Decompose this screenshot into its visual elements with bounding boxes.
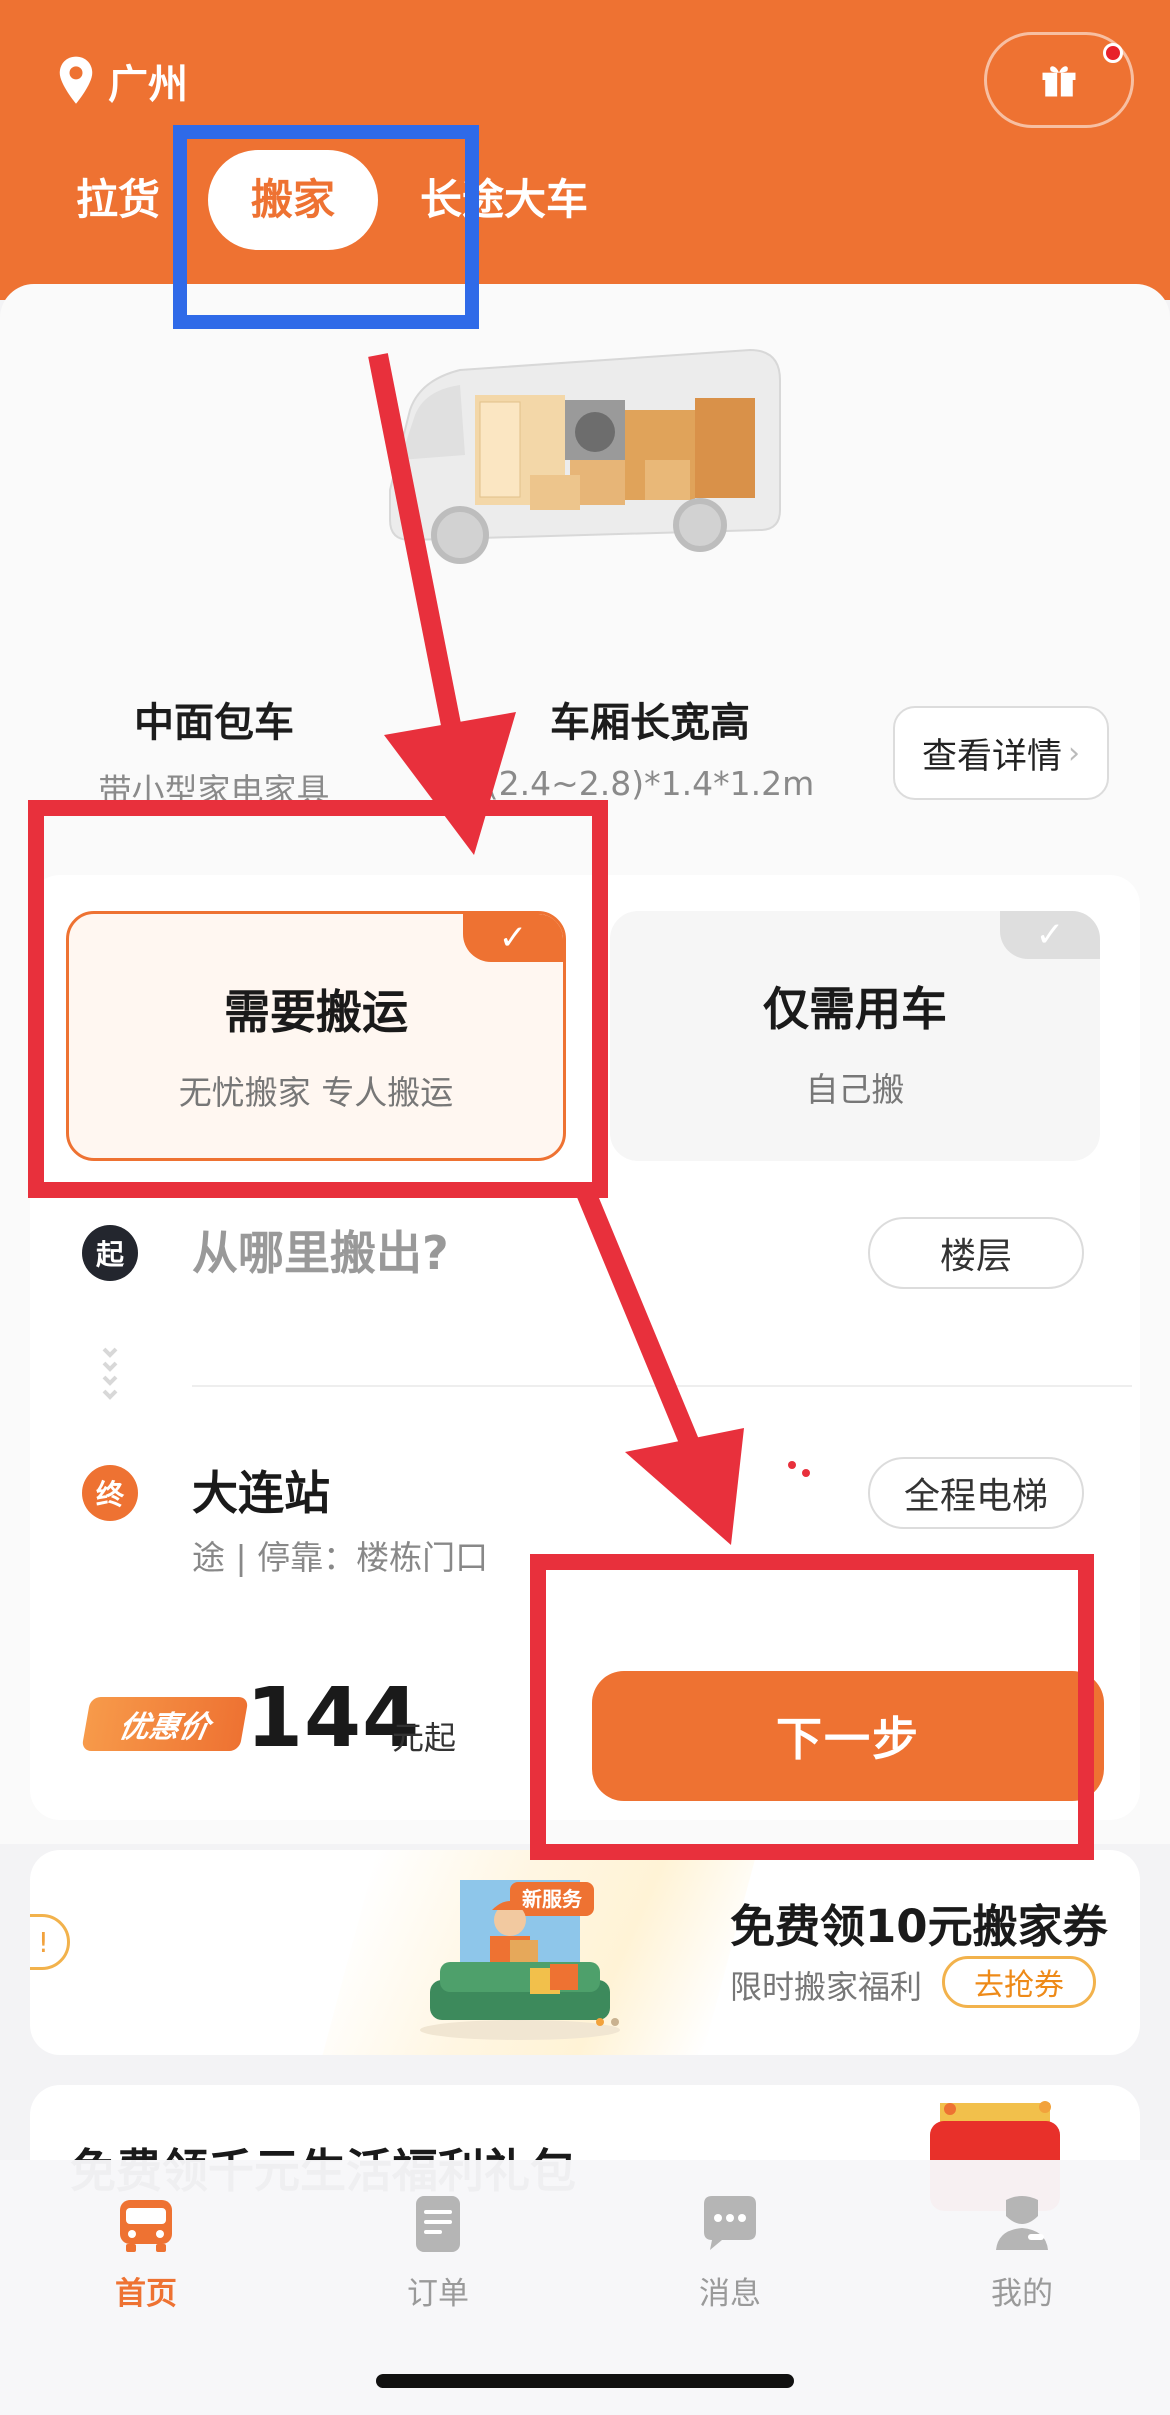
claim-coupon-button[interactable]: 去抢券 xyxy=(942,1956,1096,2008)
nav-profile[interactable]: 我的 xyxy=(932,2192,1112,2313)
end-address-detail: 途 | 停靠：楼栋门口 xyxy=(192,1538,489,1577)
nav-orders[interactable]: 订单 xyxy=(348,2192,528,2313)
option-title: 仅需用车 xyxy=(763,982,947,1036)
vehicle-type: 中面包车 带小型家电家具 xyxy=(84,690,344,812)
nav-label: 订单 xyxy=(407,2276,469,2312)
view-details-button[interactable]: 查看详情 › xyxy=(893,706,1109,800)
price-unit: 元起 xyxy=(392,1719,457,1757)
message-bubble-icon xyxy=(704,2196,756,2250)
loading-dots-icon xyxy=(788,1461,810,1477)
checkmark-icon: ✓ xyxy=(1000,911,1100,959)
location-pin-icon xyxy=(59,56,93,104)
tab-freight[interactable]: 拉货 xyxy=(76,150,160,250)
promo-price-tag: 优惠价 xyxy=(81,1697,249,1751)
nav-label: 首页 xyxy=(115,2276,177,2312)
service-card: ✓ 需要搬运 无忧搬家 专人搬运 ✓ 仅需用车 自己搬 起 从哪里搬出? 楼层 … xyxy=(30,875,1140,1820)
vehicle-dimensions: 车厢长宽高 (2.4~2.8)*1.4*1.2m xyxy=(480,690,820,803)
new-service-badge: 新服务 xyxy=(522,1887,583,1911)
dimension-title: 车厢长宽高 xyxy=(550,700,750,746)
nav-home[interactable]: 首页 xyxy=(56,2192,236,2313)
gift-icon xyxy=(1042,66,1076,97)
elevator-button[interactable]: 全程电梯 xyxy=(868,1457,1084,1529)
checkmark-icon: ✓ xyxy=(463,914,563,962)
nav-messages[interactable]: 消息 xyxy=(640,2192,820,2313)
nav-label: 消息 xyxy=(699,2276,761,2312)
tab-moving[interactable]: 搬家 xyxy=(208,150,378,250)
end-address[interactable]: 大连站 xyxy=(192,1457,330,1523)
coupon-title: 免费领10元搬家券 xyxy=(730,1900,1108,1953)
profile-icon xyxy=(996,2196,1048,2250)
option-need-carrying[interactable]: ✓ 需要搬运 无忧搬家 专人搬运 xyxy=(66,911,566,1161)
price-row: 优惠价 144 元起 下一步 xyxy=(30,1655,1140,1801)
tab-long-distance[interactable]: 长途大车 xyxy=(420,150,588,250)
chevron-right-icon: › xyxy=(1068,735,1080,771)
home-indicator xyxy=(376,2374,794,2388)
route-connector-icon xyxy=(102,1347,118,1400)
view-details-label: 查看详情 xyxy=(921,736,1062,777)
option-vehicle-only[interactable]: ✓ 仅需用车 自己搬 xyxy=(610,911,1100,1161)
van-illustration xyxy=(389,348,781,564)
notification-dot xyxy=(1103,43,1123,63)
order-document-icon xyxy=(416,2196,460,2252)
floor-button[interactable]: 楼层 xyxy=(868,1217,1084,1289)
previous-banner-button[interactable]: ! xyxy=(30,1914,70,1970)
top-header: 广州 拉货 搬家 长途大车 xyxy=(0,0,1170,300)
start-marker: 起 xyxy=(82,1225,138,1281)
coupon-subtitle: 限时搬家福利 xyxy=(730,1968,923,2006)
start-address-row[interactable]: 起 从哪里搬出? 楼层 xyxy=(30,1205,1140,1315)
sofa-mover-illustration: 新服务 xyxy=(420,1880,620,2040)
dimension-value: (2.4~2.8)*1.4*1.2m xyxy=(485,764,815,803)
gift-button[interactable] xyxy=(984,32,1134,128)
coupon-banner[interactable]: ! 新服务 免费领10元搬家券 限时搬家福利 去抢券 xyxy=(30,1850,1140,2055)
vehicle-desc: 带小型家电家具 xyxy=(98,771,330,810)
end-address-row[interactable]: 终 大连站 途 | 停靠：楼栋门口 全程电梯 xyxy=(30,1445,1140,1595)
next-step-button[interactable]: 下一步 xyxy=(592,1671,1104,1801)
option-title: 需要搬运 xyxy=(224,985,408,1039)
vehicle-name: 中面包车 xyxy=(134,700,294,746)
city-name: 广州 xyxy=(108,62,188,108)
nav-label: 我的 xyxy=(991,2276,1053,2312)
end-marker: 终 xyxy=(82,1465,138,1521)
service-tabs: 拉货 搬家 长途大车 xyxy=(0,150,1170,250)
divider xyxy=(192,1385,1132,1387)
option-subtitle: 自己搬 xyxy=(805,1070,905,1109)
truck-icon xyxy=(120,2200,172,2252)
city-selector[interactable]: 广州 xyxy=(56,52,188,110)
option-subtitle: 无忧搬家 专人搬运 xyxy=(178,1073,454,1112)
start-address-placeholder[interactable]: 从哪里搬出? xyxy=(192,1217,449,1283)
